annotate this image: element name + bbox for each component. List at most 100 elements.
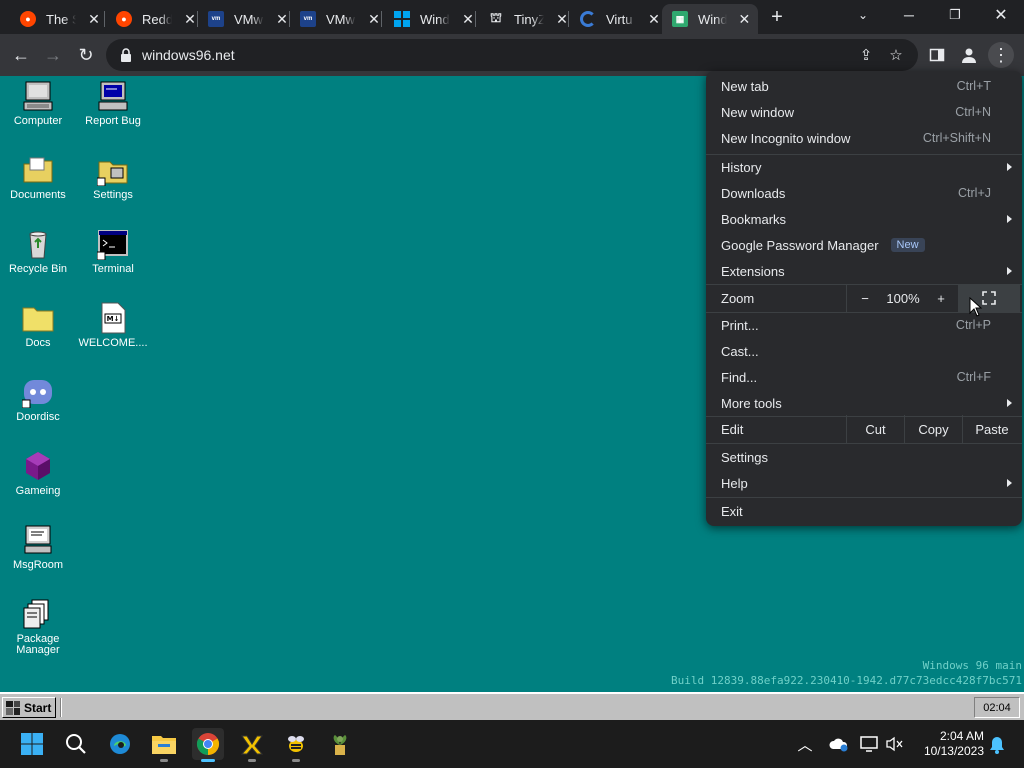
menu-label: New window [721, 104, 794, 120]
desktop-icon-report-bug[interactable]: Report Bug [75, 80, 151, 127]
desktop-icon-recycle-bin[interactable]: Recycle Bin [0, 228, 76, 275]
windows-start-icon[interactable] [16, 728, 48, 760]
computer-icon [22, 80, 54, 112]
bee-app-icon[interactable] [280, 728, 312, 762]
menu-item-extensions[interactable]: Extensions [706, 258, 1022, 284]
menu-item-bookmarks[interactable]: Bookmarks [706, 206, 1022, 232]
cut-button[interactable]: Cut [847, 415, 905, 443]
fullscreen-button[interactable] [958, 284, 1020, 312]
chrome-icon[interactable] [192, 728, 224, 762]
system-clock[interactable]: 2:04 AM 10/13/2023 [924, 729, 984, 759]
menu-shortcut: Ctrl+J [958, 186, 991, 200]
onedrive-icon[interactable] [828, 733, 850, 755]
tab-8-active[interactable]: ▦ Wind ✕ [662, 4, 758, 34]
menu-kebab-icon[interactable]: ⋮ [988, 42, 1014, 68]
new-tab-button[interactable]: + [766, 6, 788, 28]
tab-title: Virtu [606, 11, 633, 27]
menu-item-downloads[interactable]: Downloads Ctrl+J [706, 180, 1022, 206]
plant-app-icon[interactable] [324, 728, 356, 760]
desktop-icon-welcome[interactable]: M↓ WELCOME.... [75, 302, 151, 349]
mouse-cursor-icon [969, 296, 983, 317]
profile-icon[interactable] [956, 42, 982, 68]
build-line-2: Build 12839.88efa922.230410-1942.d77c73e… [671, 674, 1022, 687]
close-icon[interactable]: ✕ [366, 11, 382, 27]
package-manager-icon [22, 598, 54, 630]
network-volume-icon[interactable] [884, 733, 906, 755]
terminal-icon [96, 228, 129, 261]
menu-label: New Incognito window [721, 130, 851, 146]
menu-item-settings[interactable]: Settings [706, 444, 1022, 470]
desktop-icon-doordisc[interactable]: Doordisc [0, 376, 76, 423]
menu-item-more-tools[interactable]: More tools [706, 390, 1022, 416]
forward-button[interactable]: → [40, 42, 66, 68]
tab-1[interactable]: ● The S ✕ [10, 4, 108, 34]
close-window-button[interactable]: ✕ [978, 0, 1024, 30]
close-icon[interactable]: ✕ [646, 11, 662, 27]
vmware-icon: vm [300, 11, 316, 27]
icon-label: Recycle Bin [8, 263, 68, 275]
tab-5[interactable]: Wind ✕ [384, 4, 482, 34]
menu-item-cast[interactable]: Cast... [706, 338, 1022, 364]
menu-item-new-incognito-window[interactable]: New Incognito window Ctrl+Shift+N [706, 125, 1022, 151]
tab-4[interactable]: vm VMw ✕ [290, 4, 388, 34]
copy-button[interactable]: Copy [905, 415, 963, 443]
tab-title: VMw [326, 11, 355, 27]
desktop-icon-package-manager[interactable]: Package Manager [0, 598, 76, 656]
minimize-button[interactable]: ─ [886, 0, 932, 30]
close-icon[interactable]: ✕ [460, 11, 476, 27]
zoom-in-button[interactable]: + [923, 284, 959, 312]
desktop-icon-documents[interactable]: Documents [0, 154, 76, 201]
desktop-icon-docs[interactable]: Docs [0, 302, 76, 349]
close-icon[interactable]: ✕ [86, 11, 102, 27]
desktop-icon-msgroom[interactable]: MsgRoom [0, 524, 76, 571]
tab-search-button[interactable]: ⌄ [840, 0, 886, 30]
zoom-out-button[interactable]: − [847, 284, 883, 312]
url-text[interactable]: windows96.net [142, 47, 235, 63]
search-icon[interactable] [60, 728, 92, 760]
start-button[interactable]: Start [2, 697, 56, 718]
documents-icon [22, 154, 54, 186]
lock-icon[interactable] [120, 48, 132, 62]
menu-label: Print... [721, 317, 759, 333]
menu-item-new-window[interactable]: New window Ctrl+N [706, 99, 1022, 125]
menu-item-new-tab[interactable]: New tab Ctrl+T [706, 73, 1022, 99]
close-icon[interactable]: ✕ [182, 11, 198, 27]
menu-label: Downloads [721, 185, 786, 201]
show-hidden-icons-chevron[interactable]: ︿ [794, 733, 816, 755]
msgroom-icon [22, 524, 54, 556]
menu-item-password-manager[interactable]: Google Password Manager New [706, 232, 1022, 258]
restore-button[interactable]: ❐ [932, 0, 978, 30]
menu-item-help[interactable]: Help [706, 470, 1022, 496]
tab-7[interactable]: Virtu ✕ [570, 4, 668, 34]
menu-item-find[interactable]: Find... Ctrl+F [706, 364, 1022, 390]
menu-label: Bookmarks [721, 211, 787, 227]
bookmark-star-icon[interactable]: ☆ [886, 45, 906, 65]
tab-6[interactable]: ⛫ TinyZ ✕ [478, 4, 576, 34]
back-button[interactable]: ← [8, 42, 34, 68]
menu-label: History [721, 159, 762, 175]
desktop-icon-settings[interactable]: Settings [75, 154, 151, 201]
notification-bell-icon[interactable] [986, 734, 1008, 756]
fullscreen-icon [982, 291, 996, 305]
win96-clock[interactable]: 02:04 [974, 697, 1020, 718]
reload-button[interactable]: ↻ [73, 42, 99, 68]
menu-item-exit[interactable]: Exit [706, 498, 1022, 524]
share-icon[interactable]: ⇪ [856, 45, 876, 65]
file-explorer-icon[interactable] [148, 728, 180, 762]
close-icon[interactable]: ✕ [274, 11, 290, 27]
tab-3[interactable]: vm VMw ✕ [198, 4, 296, 34]
yellow-app-icon[interactable] [236, 728, 268, 762]
edge-icon[interactable] [104, 728, 136, 760]
desktop-icon-computer[interactable]: Computer [0, 80, 76, 127]
address-bar[interactable]: windows96.net ⇪ ☆ [106, 39, 918, 71]
doordisc-icon [21, 376, 54, 409]
menu-item-history[interactable]: History [706, 154, 1022, 180]
paste-button[interactable]: Paste [963, 415, 1021, 443]
tab-2[interactable]: ● Redd ✕ [106, 4, 204, 34]
close-icon[interactable]: ✕ [737, 11, 752, 27]
desktop-icon-gameing[interactable]: Gameing [0, 450, 76, 497]
desktop-icon-terminal[interactable]: Terminal [75, 228, 151, 275]
icon-label: Terminal [92, 263, 134, 275]
display-icon[interactable] [858, 733, 880, 755]
side-panel-icon[interactable] [924, 42, 950, 68]
